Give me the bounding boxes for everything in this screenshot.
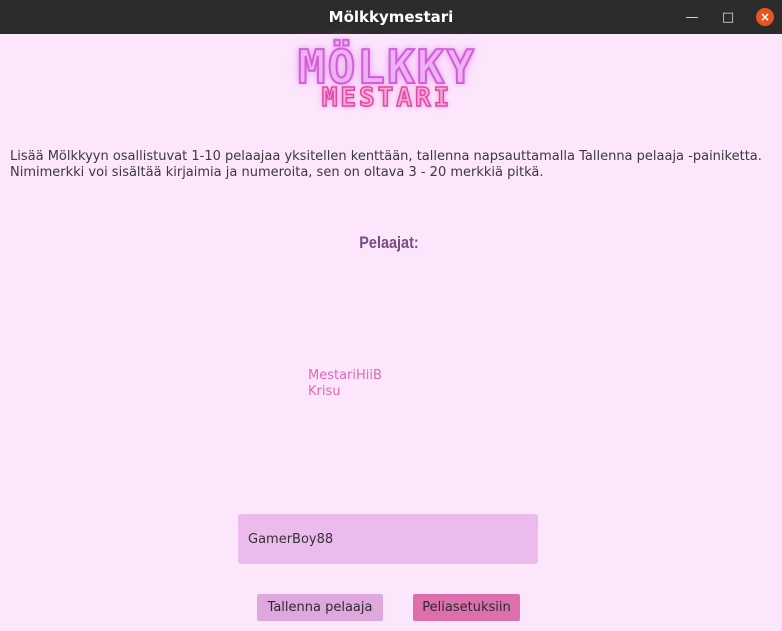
- player-list: MestariHiiB Krisu: [308, 368, 382, 400]
- player-list-item: Krisu: [308, 384, 341, 399]
- player-name-input[interactable]: [238, 514, 538, 564]
- instructions-text: Lisää Mölkkyyn osallistuvat 1-10 pelaaja…: [10, 149, 776, 181]
- close-icon[interactable]: ×: [756, 8, 774, 26]
- title-bar: Mölkkymestari — □ ×: [0, 0, 782, 34]
- instructions-line-2: Nimimerkki voi sisältää kirjaimia ja num…: [10, 165, 544, 180]
- app-logo: MÖLKKY MESTARI: [272, 43, 502, 114]
- player-list-item: MestariHiiB: [308, 368, 382, 383]
- instructions-line-1: Lisää Mölkkyyn osallistuvat 1-10 pelaaja…: [10, 149, 762, 164]
- window-controls: — □ ×: [684, 0, 774, 34]
- players-heading: Pelaajat:: [359, 233, 419, 252]
- window-title: Mölkkymestari: [328, 8, 454, 26]
- game-settings-button[interactable]: Peliasetuksiin: [413, 594, 520, 621]
- maximize-icon[interactable]: □: [720, 9, 736, 25]
- save-player-button[interactable]: Tallenna pelaaja: [257, 594, 383, 621]
- minimize-icon[interactable]: —: [684, 9, 700, 25]
